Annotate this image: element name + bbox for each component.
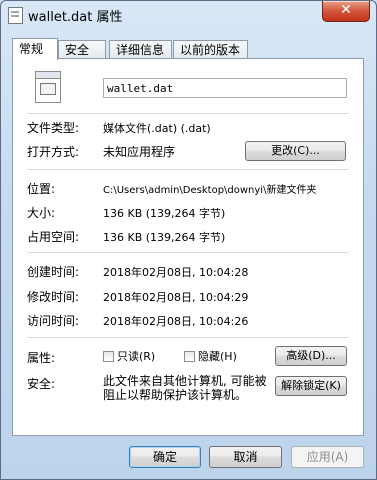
readonly-checkbox-box[interactable] [103,351,114,362]
divider [27,252,349,253]
title-bar[interactable]: wallet.dat 属性 ✕ [1,1,376,29]
general-panel: 文件类型: 媒体文件(.dat) (.dat) 打开方式: 未知应用程序 更改(… [12,58,364,436]
tab-previous-versions[interactable]: 以前的版本 [173,40,248,58]
modified-label: 修改时间: [27,290,80,304]
properties-dialog: wallet.dat 属性 ✕ 常规 安全 详细信息 以前的版本 文件类型: 媒… [0,0,377,480]
hidden-checkbox[interactable]: 隐藏(H) [184,350,237,364]
ok-button[interactable]: 确定 [129,446,201,468]
accessed-value: 2018年02月08日, 10:04:26 [103,315,249,328]
divider [27,169,349,170]
close-button[interactable]: ✕ [322,1,370,22]
dat-file-icon [35,71,61,103]
advanced-button[interactable]: 高级(D)... [275,346,347,366]
tab-security[interactable]: 安全 [58,40,106,58]
size-on-disk-label: 占用空间: [27,230,80,244]
created-value: 2018年02月08日, 10:04:28 [103,266,249,279]
size-value: 136 KB (139,264 字节) [103,207,226,220]
size-on-disk-value: 136 KB (139,264 字节) [103,231,226,244]
apply-button[interactable]: 应用(A) [291,446,364,468]
change-button[interactable]: 更改(C)... [245,141,346,161]
document-icon [8,7,23,24]
opens-with-value: 未知应用程序 [103,145,176,159]
file-type-label: 文件类型: [27,121,80,135]
location-label: 位置: [27,182,56,196]
tab-general[interactable]: 常规 [12,38,58,60]
opens-with-label: 打开方式: [27,145,80,159]
hidden-checkbox-label: 隐藏(H) [198,350,237,363]
hidden-checkbox-box[interactable] [184,351,195,362]
security-label: 安全: [27,377,56,391]
unblock-button[interactable]: 解除锁定(K) [275,376,347,396]
file-name-field[interactable] [103,78,347,98]
size-label: 大小: [27,206,56,220]
location-value: C:\Users\admin\Desktop\downyi\新建文件夹 [103,185,317,196]
divider [27,337,349,338]
attributes-label: 属性: [27,351,56,365]
window-title: wallet.dat 属性 [28,10,123,25]
accessed-label: 访问时间: [27,314,80,328]
readonly-checkbox-label: 只读(R) [117,350,156,363]
cancel-button[interactable]: 取消 [209,446,282,468]
tab-details[interactable]: 详细信息 [109,40,172,58]
divider [27,113,349,114]
created-label: 创建时间: [27,265,80,279]
security-message: 此文件来自其他计算机, 可能被阻止以帮助保护该计算机。 [103,374,267,402]
readonly-checkbox[interactable]: 只读(R) [103,350,155,364]
file-type-value: 媒体文件(.dat) (.dat) [103,122,211,135]
modified-value: 2018年02月08日, 10:04:29 [103,291,249,304]
